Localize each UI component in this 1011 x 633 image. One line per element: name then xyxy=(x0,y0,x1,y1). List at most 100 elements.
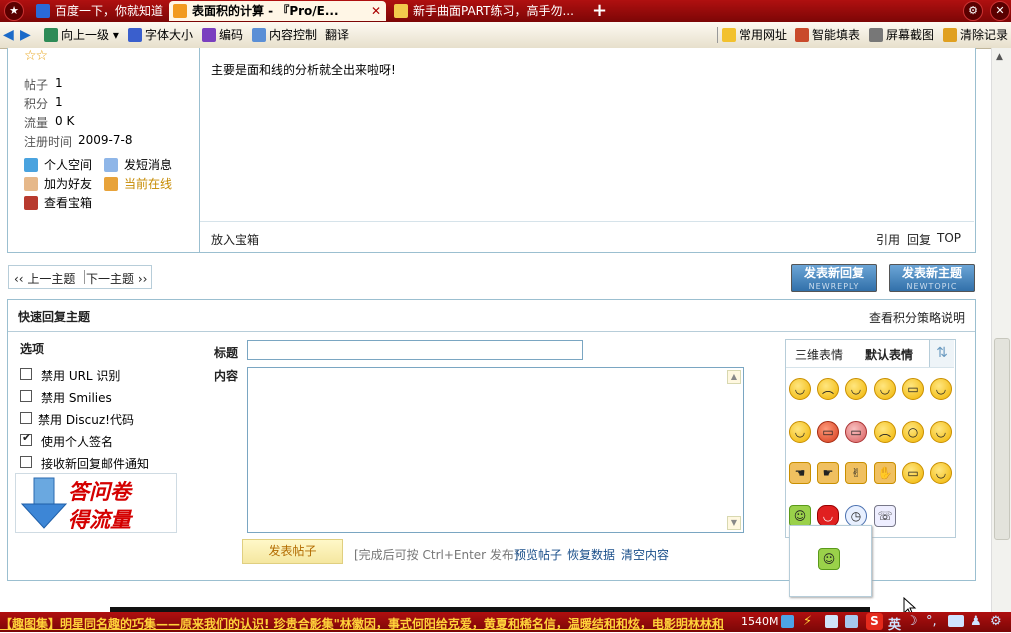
ime-mode[interactable]: 英 xyxy=(888,614,901,633)
quote-link[interactable]: 引用 xyxy=(876,231,900,248)
preview-link[interactable]: 预览帖子 xyxy=(514,546,562,563)
prev-topic-link[interactable]: ‹‹ 上一主题 xyxy=(14,270,75,287)
encoding-button[interactable]: 编码 xyxy=(202,22,243,48)
person-emoji-icon[interactable]: ☺ xyxy=(789,505,811,527)
new-reply-button[interactable]: 发表新回复 NEWREPLY xyxy=(791,264,877,292)
new-topic-button[interactable]: 发表新主题 NEWTOPIC xyxy=(889,264,975,292)
laugh-emoji-icon[interactable]: ▭ xyxy=(902,462,924,484)
angry-emoji-icon[interactable]: ▭ xyxy=(817,421,839,443)
emoji-tab-3d[interactable]: 三维表情 xyxy=(786,340,856,367)
mad-emoji-icon[interactable]: ▭ xyxy=(845,421,867,443)
encoding-icon xyxy=(202,28,216,42)
cry-emoji-icon[interactable]: ︵ xyxy=(874,421,896,443)
font-size-button[interactable]: 字体大小 xyxy=(128,22,193,48)
personal-space-label: 个人空间 xyxy=(44,158,93,172)
tools-icon[interactable]: ⚙ xyxy=(963,1,983,21)
monitor-icon[interactable] xyxy=(845,615,858,628)
tab-surface-area[interactable]: 表面积的计算 - 『Pro/E... ✕ xyxy=(169,1,386,21)
translate-button[interactable]: 翻译 xyxy=(325,22,349,48)
page-icon xyxy=(252,28,266,42)
blush-emoji-icon[interactable]: ◡ xyxy=(930,462,952,484)
close-icon[interactable]: ✕ xyxy=(371,1,381,21)
disable-smilies-checkbox[interactable] xyxy=(20,390,32,402)
sogou-s-icon[interactable]: S xyxy=(866,613,883,630)
close-window-icon[interactable]: ✕ xyxy=(990,1,1010,21)
point-left-icon[interactable]: ☚ xyxy=(789,462,811,484)
smile-emoji-icon[interactable]: ◡ xyxy=(789,378,811,400)
surprised-emoji-icon[interactable]: ○ xyxy=(902,421,924,443)
tab-label: 表面积的计算 - 『Pro/E... xyxy=(192,4,339,18)
personal-space-link[interactable]: 个人空间 xyxy=(24,156,92,173)
point-right-icon[interactable]: ☛ xyxy=(817,462,839,484)
forward-icon[interactable]: ▶ xyxy=(20,22,31,48)
content-textarea[interactable]: ▲ ▼ xyxy=(247,367,744,533)
email-notify-checkbox[interactable] xyxy=(20,456,32,468)
nav-divider xyxy=(84,270,85,284)
up-level-button[interactable]: 向上一级 ▾ xyxy=(44,22,119,48)
grin-emoji-icon[interactable]: ▭ xyxy=(902,378,924,400)
emoji-tab-default[interactable]: 默认表情 xyxy=(856,340,928,368)
next-topic-link[interactable]: 下一主题 ›› xyxy=(86,270,147,287)
tab-baidu[interactable]: 百度一下，你就知道 xyxy=(32,1,166,21)
policy-link[interactable]: 查看积分策略说明 xyxy=(869,309,965,326)
lips-icon[interactable]: ◡ xyxy=(817,505,839,527)
phone-icon[interactable]: ☏ xyxy=(874,505,896,527)
reply-link[interactable]: 回复 xyxy=(907,231,931,248)
menu-icon[interactable]: ★ xyxy=(4,1,24,21)
expand-down-icon[interactable]: ▼ xyxy=(727,516,741,530)
smart-fill-button[interactable]: 智能填表 xyxy=(795,22,860,48)
topic-nav: ‹‹ 上一主题 下一主题 ›› xyxy=(8,265,152,289)
sad-emoji-icon[interactable]: ︵ xyxy=(817,378,839,400)
lightning-icon[interactable]: ⚡ xyxy=(803,614,812,629)
clock-icon[interactable]: ◷ xyxy=(845,505,867,527)
down-arrow-icon xyxy=(20,477,68,529)
download-icon[interactable] xyxy=(781,615,794,628)
tab-surface-part[interactable]: 新手曲面PART练习，高手勿... xyxy=(390,1,586,21)
happy-emoji-icon[interactable]: ◡ xyxy=(845,378,867,400)
clear-history-button[interactable]: 清除记录 xyxy=(943,22,1008,48)
wink-emoji-icon[interactable]: ◡ xyxy=(874,378,896,400)
expand-up-icon[interactable]: ▲ xyxy=(727,370,741,384)
treasure-box-icon xyxy=(24,196,38,210)
clear-link[interactable]: 清空内容 xyxy=(621,546,669,563)
quick-reply-header xyxy=(8,300,975,332)
option-label: 禁用 Discuz!代码 xyxy=(38,413,134,427)
victory-hand-icon[interactable]: ✌ xyxy=(845,462,867,484)
put-box-link[interactable]: 放入宝箱 xyxy=(211,231,259,248)
common-sites-button[interactable]: 常用网址 xyxy=(722,22,787,48)
restore-link[interactable]: 恢复数据 xyxy=(567,546,615,563)
use-signature-checkbox[interactable]: ✔ xyxy=(20,432,32,446)
tongue-emoji-icon[interactable]: ◡ xyxy=(930,378,952,400)
send-message-link[interactable]: 发短消息 xyxy=(104,156,172,173)
font-icon xyxy=(128,28,142,42)
submit-hint: [完成后可按 Ctrl+Enter 发布] xyxy=(354,548,519,562)
top-link[interactable]: TOP xyxy=(937,231,961,245)
settings-wrench-icon[interactable]: ⚙ xyxy=(990,614,1002,629)
shy-emoji-icon[interactable]: ◡ xyxy=(789,421,811,443)
add-friend-link[interactable]: 加为好友 xyxy=(24,175,92,192)
punctuation-icon[interactable]: °, xyxy=(926,614,937,629)
back-icon[interactable]: ◀ xyxy=(3,22,14,48)
handshake-icon[interactable]: ✋ xyxy=(874,462,896,484)
screenshot-button[interactable]: 屏幕截图 xyxy=(869,22,934,48)
stat-label: 流量 xyxy=(24,116,49,130)
survey-banner[interactable]: 答问卷 得流量 xyxy=(15,473,177,533)
view-box-link[interactable]: 查看宝箱 xyxy=(24,194,92,211)
new-tab-button[interactable]: + xyxy=(592,0,610,22)
disable-discuz-code-checkbox[interactable] xyxy=(20,412,32,424)
news-ticker[interactable]: 【趣图集】明星同名趣的巧集——原来我们的认识! 珍贵合影集"林徽因，事式何阳给克… xyxy=(0,615,738,630)
content-control-button[interactable]: 内容控制 xyxy=(252,22,317,48)
tab-label: 新手曲面PART练习，高手勿... xyxy=(413,4,574,18)
disable-url-checkbox[interactable] xyxy=(20,368,32,380)
sort-arrows-icon[interactable]: ⇅ xyxy=(929,340,954,367)
scroll-up-icon[interactable]: ▲ xyxy=(996,52,1003,62)
window-icon[interactable] xyxy=(825,615,838,628)
submit-post-button[interactable]: 发表帖子 xyxy=(242,539,343,564)
keyboard-icon[interactable] xyxy=(948,615,964,627)
person-icon[interactable]: ♟ xyxy=(970,614,982,629)
scroll-thumb[interactable] xyxy=(994,338,1010,540)
kiss-emoji-icon[interactable]: ◡ xyxy=(930,421,952,443)
subject-input[interactable] xyxy=(247,340,583,360)
new-topic-label: 发表新主题 xyxy=(901,266,962,280)
moon-icon[interactable]: ☽ xyxy=(906,614,918,629)
